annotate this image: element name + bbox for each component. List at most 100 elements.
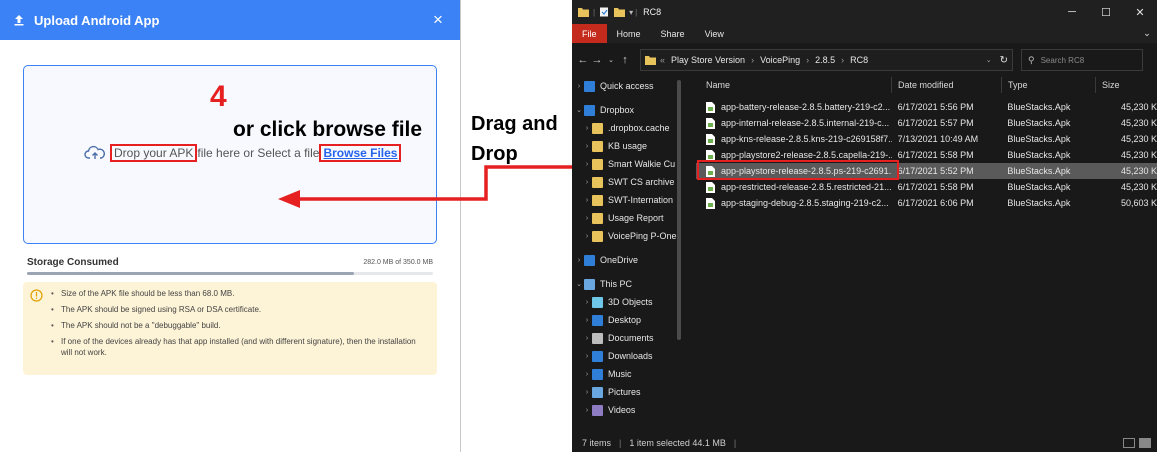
file-type: BlueStacks.Apk: [1007, 182, 1071, 192]
search-input[interactable]: ⚲ Search RC8: [1021, 49, 1143, 71]
chevron-icon[interactable]: ›: [582, 389, 592, 396]
chevron-icon[interactable]: ›: [582, 197, 592, 204]
nav-item[interactable]: › Downloads: [572, 347, 680, 365]
apk-dropzone[interactable]: 4 or click browse file Drop your APK fil…: [23, 65, 437, 244]
storage-progress-track: [27, 272, 433, 275]
details-view-icon[interactable]: [1123, 437, 1135, 448]
window-title: RC8: [643, 7, 662, 17]
file-row[interactable]: app-restricted-release-2.8.5.restricted-…: [696, 179, 1157, 195]
nav-item[interactable]: › OneDrive: [572, 251, 680, 269]
file-row[interactable]: app-kns-release-2.8.5.kns-219-c269158f7.…: [696, 131, 1157, 147]
storage-progress-fill: [27, 272, 355, 275]
tab-home[interactable]: Home: [607, 24, 651, 43]
file-row[interactable]: app-playstore2-release-2.8.5.capella-219…: [696, 147, 1157, 163]
maximize-icon[interactable]: ☐: [1089, 6, 1123, 19]
breadcrumb-rc8[interactable]: RC8: [850, 55, 868, 65]
chevron-icon[interactable]: ›: [574, 257, 584, 264]
nav-item-label: Downloads: [608, 351, 653, 361]
chevron-icon[interactable]: ›: [582, 317, 592, 324]
nav-item-label: Quick access: [600, 81, 654, 91]
nav-item[interactable]: › SWT-Internation: [572, 191, 680, 209]
nav-item[interactable]: › VoicePing P-One: [572, 227, 680, 245]
nav-item[interactable]: ⌄ Dropbox: [572, 101, 680, 119]
expand-ribbon-icon[interactable]: ⌄: [1137, 24, 1157, 43]
nav-item[interactable]: › KB usage: [572, 137, 680, 155]
nav-item[interactable]: › Desktop: [572, 311, 680, 329]
file-row[interactable]: app-battery-release-2.8.5.battery-219-c2…: [696, 99, 1157, 115]
document-icon: [592, 332, 603, 344]
nav-item[interactable]: › Usage Report: [572, 209, 680, 227]
breadcrumb-voiceping[interactable]: VoicePing: [760, 55, 800, 65]
file-type: BlueStacks.Apk: [1007, 150, 1071, 160]
close-icon[interactable]: ×: [430, 10, 446, 30]
up-arrow-icon[interactable]: ↑: [618, 54, 632, 66]
nav-scrollbar[interactable]: [677, 80, 681, 340]
apk-requirements-notice: Size of the APK file should be less than…: [23, 282, 437, 375]
column-date-modified[interactable]: Date modified: [892, 77, 1002, 93]
browse-files-link[interactable]: Browse Files: [323, 146, 397, 160]
nav-item-label: VoicePing P-One: [608, 231, 677, 241]
chevron-icon[interactable]: ›: [582, 215, 592, 222]
chevron-icon[interactable]: ›: [582, 125, 592, 132]
window-close-icon[interactable]: ✕: [1123, 6, 1157, 19]
dialog-header: Upload Android App ×: [0, 0, 460, 40]
nav-item-label: Music: [608, 369, 632, 379]
new-folder-icon[interactable]: [614, 7, 626, 17]
chevron-icon[interactable]: ›: [582, 299, 592, 306]
forward-arrow-icon[interactable]: →: [590, 54, 604, 66]
nav-item[interactable]: › SWT CS archive: [572, 173, 680, 191]
chevron-icon[interactable]: ›: [582, 179, 592, 186]
file-row[interactable]: app-internal-release-2.8.5.internal-219-…: [696, 115, 1157, 131]
chevron-icon[interactable]: ›: [582, 143, 592, 150]
chevron-icon[interactable]: ›: [582, 353, 592, 360]
nav-item[interactable]: ⌄ This PC: [572, 275, 680, 293]
file-row[interactable]: app-playstore-release-2.8.5.ps-219-c2691…: [696, 163, 1157, 179]
file-explorer-window: | ▾ | RC8 ─ ☐ ✕ File Home Share View ⌄ ←…: [572, 0, 1157, 452]
nav-item[interactable]: › Quick access: [572, 77, 680, 95]
nav-item[interactable]: › Music: [572, 365, 680, 383]
file-name-cell: app-playstore2-release-2.8.5.capella-219…: [696, 149, 892, 161]
column-size[interactable]: Size: [1096, 77, 1157, 93]
nav-item[interactable]: › Videos: [572, 401, 680, 419]
nav-item[interactable]: › 3D Objects: [572, 293, 680, 311]
chevron-icon[interactable]: ⌄: [574, 106, 584, 114]
chevron-icon[interactable]: ›: [574, 83, 584, 90]
overflow-chevron-icon[interactable]: «: [660, 55, 665, 65]
file-rows: app-battery-release-2.8.5.battery-219-c2…: [696, 99, 1157, 211]
tab-view[interactable]: View: [695, 24, 734, 43]
nav-item[interactable]: › Smart Walkie Cu: [572, 155, 680, 173]
chevron-icon[interactable]: ›: [582, 335, 592, 342]
folder-icon: [592, 212, 603, 224]
nav-item[interactable]: › Pictures: [572, 383, 680, 401]
tab-share[interactable]: Share: [651, 24, 695, 43]
chevron-icon[interactable]: ⌄: [574, 280, 584, 288]
breadcrumb-play-store-version[interactable]: Play Store Version: [671, 55, 745, 65]
breadcrumb-version[interactable]: 2.8.5: [815, 55, 835, 65]
titlebar-separator-icon: |: [635, 7, 638, 17]
chevron-icon[interactable]: ›: [582, 371, 592, 378]
chevron-icon[interactable]: ›: [582, 161, 592, 168]
nav-item[interactable]: › .dropbox.cache: [572, 119, 680, 137]
folder-icon: [592, 194, 603, 206]
refresh-icon[interactable]: ↻: [1000, 55, 1008, 66]
back-arrow-icon[interactable]: ←: [576, 54, 590, 66]
step-number-annotation: 4: [210, 80, 227, 113]
column-type[interactable]: Type: [1002, 77, 1096, 93]
file-row[interactable]: app-staging-debug-2.8.5.staging-219-c2..…: [696, 195, 1157, 211]
large-icons-view-icon[interactable]: [1139, 437, 1151, 448]
chevron-icon[interactable]: ›: [582, 233, 592, 240]
tab-file[interactable]: File: [572, 24, 607, 43]
properties-icon[interactable]: [599, 7, 610, 17]
star-icon: [584, 80, 595, 92]
nav-item[interactable]: › Documents: [572, 329, 680, 347]
requirement-item: The APK should not be a "debuggable" bui…: [49, 320, 429, 331]
file-type: BlueStacks.Apk: [1007, 166, 1071, 176]
customize-quick-access-icon[interactable]: ▾: [629, 8, 633, 17]
chevron-icon[interactable]: ›: [582, 407, 592, 414]
nav-item-label: Smart Walkie Cu: [608, 159, 676, 169]
recent-locations-icon[interactable]: ⌄: [604, 56, 618, 64]
address-dropdown-icon[interactable]: ⌄: [986, 56, 992, 64]
column-name[interactable]: Name: [696, 77, 892, 93]
minimize-icon[interactable]: ─: [1055, 6, 1089, 18]
address-bar[interactable]: « Play Store Version › VoicePing › 2.8.5…: [640, 49, 1013, 71]
